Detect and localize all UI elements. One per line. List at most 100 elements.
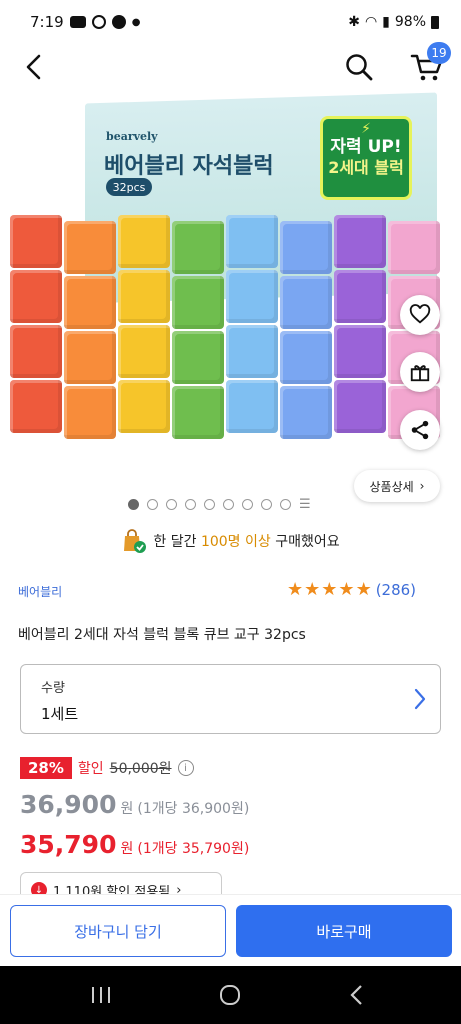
quantity-value: 1세트 (41, 705, 79, 723)
coupon-unit-price: (1개당 35,790원) (137, 841, 250, 857)
magnet-cube (280, 331, 332, 384)
magnet-cube (118, 325, 170, 378)
magnet-cube (226, 380, 278, 433)
gift-icon (410, 365, 430, 382)
magnet-cube (64, 331, 116, 384)
info-icon[interactable]: i (177, 760, 194, 776)
buyers-prefix: 한 달간 (153, 534, 201, 550)
product-detail-button[interactable]: 상품상세 › (354, 470, 440, 502)
signal-icon: ▮ (382, 14, 390, 30)
purchase-bar: 장바구니 담기 바로구매 (0, 894, 461, 966)
carousel-dot[interactable] (166, 499, 177, 510)
lightning-icon: ⚡ (361, 121, 371, 137)
add-to-cart-button[interactable]: 장바구니 담기 (10, 905, 226, 957)
coupon-price-won: 원 (120, 841, 134, 857)
status-bar: 7:19 ● ✱ ◠ ▮ 98% (0, 0, 461, 44)
system-nav-bar (0, 966, 461, 1024)
magnet-cube (334, 380, 386, 433)
box-pcs-pill: 32pcs (106, 178, 152, 196)
magnet-cube (10, 325, 62, 378)
buyers-notice: 한 달간 100명 이상 구매했어요 (0, 528, 461, 554)
sale-unit-price: (1개당 36,900원) (137, 801, 250, 817)
quantity-label: 수량 (41, 681, 65, 696)
system-back-icon[interactable] (345, 984, 371, 1006)
bluetooth-icon: ✱ (348, 14, 360, 30)
discount-label: 할인 (77, 761, 104, 777)
magnet-cube (280, 276, 332, 329)
coupon-price: 35,790 원 (1개당 35,790원) (20, 830, 249, 859)
battery-percent: 98% (394, 14, 426, 30)
box-brand-text: bearvely (106, 130, 158, 143)
buyers-suffix: 구매했어요 (270, 534, 340, 550)
magnet-cube (226, 270, 278, 323)
share-button[interactable] (400, 410, 440, 450)
heart-icon (409, 304, 431, 324)
app-b-icon (91, 15, 106, 29)
badge-line1: 자력 UP! (330, 137, 402, 157)
sale-price-number: 36,900 (20, 790, 117, 819)
carousel-indicator: ☰ (128, 497, 311, 512)
buyers-highlight: 100명 이상 (200, 534, 271, 550)
magnet-cube (280, 386, 332, 439)
magnet-cube (172, 331, 224, 384)
star-icon: ★ (321, 579, 338, 600)
star-icon: ★ (287, 579, 304, 600)
wifi-icon: ◠ (364, 14, 378, 30)
carousel-dot[interactable] (280, 499, 291, 510)
discount-percent: 28% (20, 757, 72, 779)
gift-button[interactable] (400, 352, 440, 392)
carousel-dot[interactable] (185, 499, 196, 510)
magnet-up-badge: ⚡ 자력 UP! 2세대 블럭 (320, 116, 412, 200)
magnet-cube (280, 221, 332, 274)
buy-now-button[interactable]: 바로구매 (236, 905, 452, 957)
carousel-dot[interactable] (223, 499, 234, 510)
magnet-cube (388, 221, 440, 274)
wishlist-button[interactable] (400, 295, 440, 335)
product-title: 베어블리 2세대 자석 블럭 블록 큐브 교구 32pcs (18, 627, 306, 643)
rating[interactable]: ★ ★ ★ ★ ★ (286) (287, 580, 416, 600)
sale-price-won: 원 (120, 801, 134, 817)
magnet-cube (10, 215, 62, 268)
gallery-grid-icon[interactable]: ☰ (299, 497, 311, 512)
back-arrow-icon[interactable] (20, 52, 50, 82)
magnet-cube (10, 270, 62, 323)
cube-grid (10, 215, 450, 455)
box-title-text: 베어블리 자석블럭 (104, 154, 274, 179)
star-icon: ★ (338, 579, 355, 600)
sale-price: 36,900 원 (1개당 36,900원) (20, 790, 249, 819)
brand-link[interactable]: 베어블리 (18, 583, 62, 600)
carousel-dot[interactable] (128, 499, 139, 510)
magnet-cube (172, 221, 224, 274)
carousel-dot[interactable] (261, 499, 272, 510)
status-time: 7:19 (30, 13, 64, 31)
notification-dot-icon: ● (131, 16, 141, 28)
discount-row: 28% 할인 50,000원 i (20, 757, 194, 779)
magnet-cube (172, 276, 224, 329)
search-icon[interactable] (344, 52, 374, 82)
product-image[interactable]: bearvely 베어블리 자석블럭 32pcs ⚡ 자력 UP! 2세대 블럭 (0, 90, 461, 480)
cart-count-badge: 19 (427, 42, 451, 64)
recent-apps-icon[interactable] (88, 984, 114, 1006)
quantity-selector[interactable]: 수량 1세트 (20, 664, 441, 734)
carousel-dot[interactable] (147, 499, 158, 510)
magnet-cube (334, 325, 386, 378)
magnet-cube (64, 221, 116, 274)
badge-line2: 2세대 블럭 (328, 158, 404, 177)
shopping-bag-check-icon (124, 529, 147, 553)
chevron-right-icon (414, 688, 426, 710)
coupon-price-number: 35,790 (20, 830, 117, 859)
product-detail-label: 상품상세 (369, 479, 414, 494)
magnet-cube (334, 215, 386, 268)
chevron-right-icon: › (419, 479, 425, 493)
star-icon: ★ (304, 579, 321, 600)
magnet-cube (226, 215, 278, 268)
magnet-cube (10, 380, 62, 433)
magnet-cube (334, 270, 386, 323)
home-icon[interactable] (217, 984, 243, 1006)
magnet-cube (64, 276, 116, 329)
share-icon (411, 420, 429, 440)
battery-icon (431, 15, 439, 29)
carousel-dot[interactable] (204, 499, 215, 510)
review-count: (286) (375, 581, 417, 599)
carousel-dot[interactable] (242, 499, 253, 510)
